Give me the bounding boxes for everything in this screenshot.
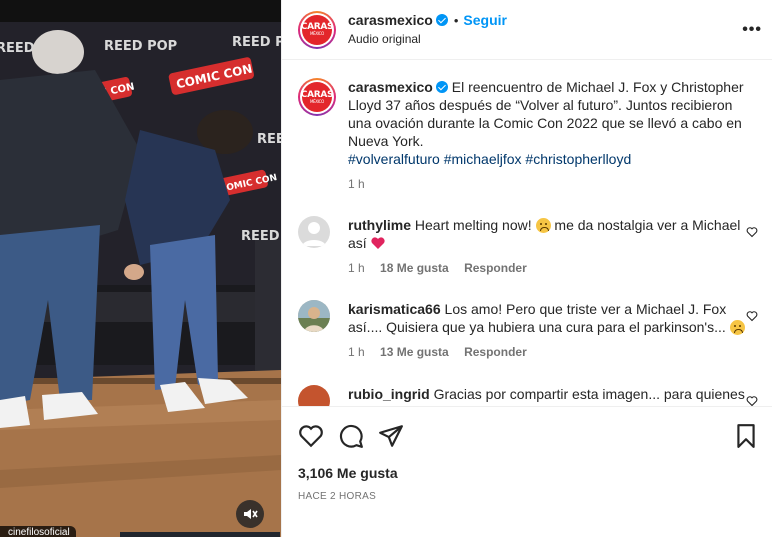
red-heart-emoji-icon	[370, 237, 385, 249]
caras-logo: CARAS MÉXICO	[301, 82, 334, 112]
sponsor-logo: REED POP	[104, 39, 177, 54]
sad-face-emoji-icon	[729, 320, 745, 335]
caption: CARAS MÉXICO carasmexico El reencuentro d…	[298, 78, 764, 191]
caras-logo: CARAS MÉXICO	[301, 14, 334, 45]
comments-list[interactable]: CARAS MÉXICO carasmexico El reencuentro d…	[282, 61, 772, 406]
default-avatar-icon	[302, 222, 326, 246]
heart-icon[interactable]	[746, 226, 758, 238]
post-details: CARAS MÉXICO carasmexico • Seguir Audio ori…	[281, 0, 772, 537]
caption-username[interactable]: carasmexico	[348, 79, 433, 95]
separator: •	[453, 13, 459, 28]
post-header: CARAS MÉXICO carasmexico • Seguir Audio ori…	[282, 0, 772, 60]
post-timestamp[interactable]: HACE 2 HORAS	[298, 491, 376, 502]
comment-username[interactable]: rubio_ingrid	[348, 386, 430, 402]
video-frame: REED REED POP REED POP REED REED POP COM…	[0, 0, 281, 537]
reply-button[interactable]: Responder	[464, 261, 527, 275]
more-options-icon[interactable]: •••	[742, 21, 762, 39]
heart-icon[interactable]	[746, 310, 758, 322]
instagram-post: REED REED POP REED POP REED REED POP COM…	[0, 0, 772, 537]
comment-time[interactable]: 1 h	[348, 345, 365, 359]
follow-button[interactable]: Seguir	[463, 12, 507, 28]
avatar[interactable]	[298, 216, 330, 248]
avatar[interactable]: CARAS MÉXICO	[298, 78, 336, 116]
send-icon[interactable]	[378, 423, 404, 449]
sponsor-logo: REED	[257, 132, 281, 147]
avatar[interactable]	[298, 300, 330, 332]
verified-badge-icon	[435, 14, 448, 26]
avatar[interactable]: CARAS MÉXICO	[298, 10, 336, 49]
sponsor-logo: REED POP	[232, 35, 281, 50]
comment-item: karismatica66 Los amo! Pero que triste v…	[298, 300, 764, 359]
profile-photo	[298, 300, 330, 332]
comment-username[interactable]: karismatica66	[348, 301, 441, 317]
comment-likes[interactable]: 13 Me gusta	[380, 345, 449, 359]
comment-time[interactable]: 1 h	[348, 261, 365, 275]
comment-text: Heart melting now!	[414, 217, 536, 233]
speaker-muted-icon	[244, 509, 258, 519]
post-actions: 3,106 Me gusta HACE 2 HORAS	[282, 406, 772, 537]
heart-icon[interactable]	[746, 395, 758, 406]
comment-username[interactable]: ruthylime	[348, 217, 411, 233]
video-player[interactable]: REED REED POP REED POP REED REED POP COM…	[0, 0, 281, 537]
sponsor-logo: REED	[0, 41, 35, 56]
comment-text: Gracias por compartir esta imagen... par…	[433, 386, 745, 402]
reply-button[interactable]: Responder	[464, 345, 527, 359]
sad-face-emoji-icon	[535, 218, 551, 233]
caption-hashtags[interactable]: #volveralfuturo #michaeljfox #christophe…	[348, 150, 748, 168]
username-link[interactable]: carasmexico	[348, 12, 433, 28]
verified-badge-icon	[435, 81, 448, 93]
avatar[interactable]	[298, 385, 330, 406]
comment-likes[interactable]: 18 Me gusta	[380, 261, 449, 275]
likes-count[interactable]: 3,106 Me gusta	[298, 465, 398, 481]
mute-button[interactable]	[236, 500, 264, 528]
bookmark-icon[interactable]	[733, 423, 759, 449]
comment-item: rubio_ingrid Gracias por compartir esta …	[298, 385, 764, 406]
media-credit[interactable]: cinefilosoficial	[0, 526, 76, 537]
heart-icon[interactable]	[298, 423, 324, 449]
audio-label[interactable]: Audio original	[348, 30, 507, 48]
caption-time[interactable]: 1 h	[348, 177, 365, 191]
comment-icon[interactable]	[338, 423, 364, 449]
comment-item: ruthylime Heart melting now! me da nosta…	[298, 216, 764, 275]
